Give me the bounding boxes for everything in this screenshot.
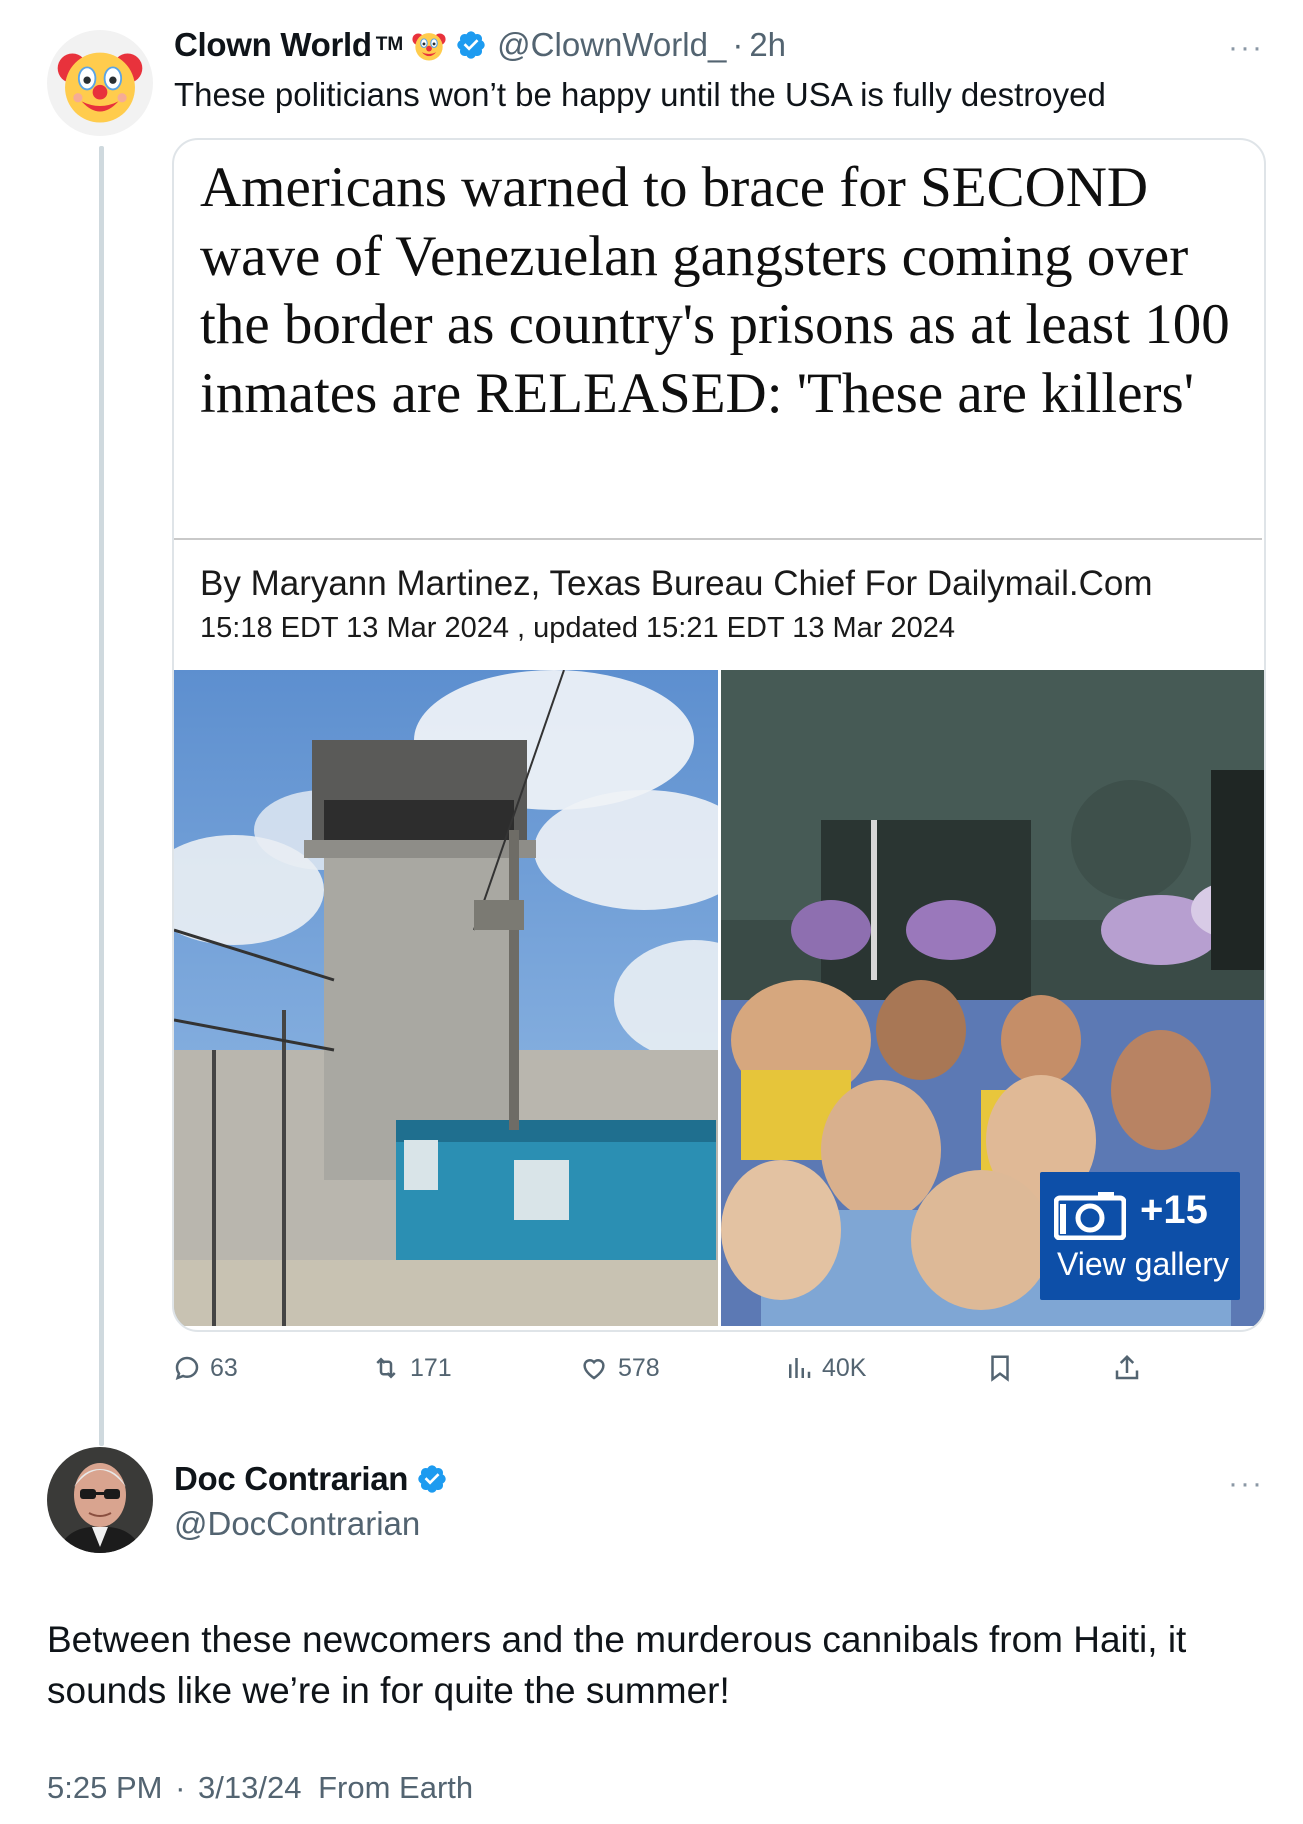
repost-count: 171 <box>410 1353 452 1382</box>
like-count: 578 <box>618 1353 660 1382</box>
clown-world-avatar[interactable] <box>47 30 153 136</box>
doc-contrarian-avatar[interactable] <box>47 1447 153 1553</box>
share-action-button[interactable] <box>1112 1348 1150 1388</box>
reply-count: 63 <box>210 1353 238 1382</box>
reply-more-options-button[interactable]: ··· <box>1228 1469 1264 1499</box>
clown-face-icon <box>57 52 143 123</box>
views-chart-icon <box>789 1358 811 1378</box>
verified-badge-icon <box>418 1465 446 1493</box>
article-byline: By Maryann Martinez, Texas Bureau Chief … <box>200 564 1153 603</box>
thread-connector-line <box>99 146 104 1446</box>
verified-badge-icon <box>457 31 485 59</box>
bookmark-action-button[interactable] <box>985 1348 1023 1388</box>
parent-more-options-button[interactable]: ··· <box>1228 33 1264 63</box>
views-action-button[interactable]: 40K <box>784 1348 866 1388</box>
views-count: 40K <box>822 1353 867 1382</box>
parent-tweet-header: Clown World TM @ClownWorld_ · 2h <box>174 24 786 66</box>
parent-display-name[interactable]: Clown World <box>174 26 372 64</box>
bookmark-icon <box>991 1355 1009 1382</box>
gallery-count: +15 <box>1140 1188 1208 1232</box>
reply-source: From Earth <box>318 1770 474 1805</box>
repost-action-button[interactable]: 171 <box>370 1348 452 1388</box>
reply-time[interactable]: 5:25 PM <box>47 1770 162 1805</box>
profile-photo <box>47 1447 153 1553</box>
quoted-article-card[interactable]: Americans warned to brace for SECOND wav… <box>172 138 1266 1332</box>
like-action-button[interactable]: 578 <box>578 1348 660 1388</box>
parent-handle[interactable]: @ClownWorld_ <box>497 26 726 64</box>
camera-icon <box>1054 1192 1126 1240</box>
headline-divider <box>174 538 1262 540</box>
parent-tweet-text: These politicians won’t be happy until t… <box>174 76 1106 113</box>
reply-action-button[interactable]: 63 <box>172 1348 238 1388</box>
gallery-label: View gallery <box>1057 1246 1229 1282</box>
repost-icon <box>376 1357 396 1379</box>
reply-icon <box>175 1356 199 1381</box>
reply-handle[interactable]: @DocContrarian <box>174 1505 420 1543</box>
article-headline: Americans warned to brace for SECOND wav… <box>200 156 1230 425</box>
heart-icon <box>583 1359 605 1380</box>
prison-watchtower-photo <box>174 670 718 1326</box>
clown-face-icon <box>412 33 446 61</box>
reply-tweet-text: Between these newcomers and the murderou… <box>47 1619 1187 1711</box>
article-dateline: 15:18 EDT 13 Mar 2024 , updated 15:21 ED… <box>200 612 956 644</box>
reply-date[interactable]: 3/13/24 <box>198 1770 301 1805</box>
separator-dot: · <box>175 1770 186 1805</box>
separator-dot: · <box>732 26 744 63</box>
reply-tweet-header: Doc Contrarian <box>174 1458 458 1500</box>
reply-display-name[interactable]: Doc Contrarian <box>174 1460 408 1498</box>
view-gallery-button[interactable]: +15 View gallery <box>1040 1172 1240 1300</box>
share-icon <box>1115 1354 1139 1380</box>
parent-time-ago[interactable]: 2h <box>749 26 786 64</box>
reply-timestamp-row: 5:25 PM · 3/13/24 From Earth <box>47 1770 473 1806</box>
trademark-label: TM <box>375 34 404 55</box>
